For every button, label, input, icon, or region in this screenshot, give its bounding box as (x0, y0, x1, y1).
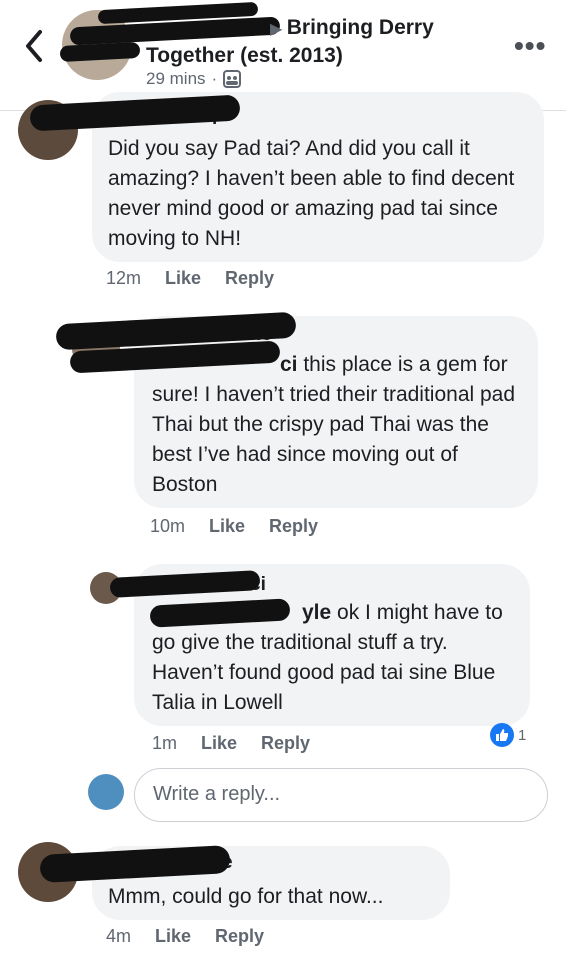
like-button[interactable]: Like (201, 733, 237, 754)
post-time: 29 mins (146, 69, 206, 88)
comment-time: 12m (106, 268, 142, 288)
more-options-icon[interactable]: ••• (514, 30, 546, 62)
comment-time: 1m (152, 733, 178, 753)
comment-time: 10m (150, 516, 186, 536)
reply-button[interactable]: Reply (225, 268, 274, 289)
reply-box[interactable] (134, 768, 548, 822)
thumbs-up-icon (490, 723, 514, 747)
reaction-badge[interactable]: 1 (490, 722, 526, 748)
group-name[interactable]: Bringing Derry Together (est. 2013) (146, 16, 434, 67)
mention-link[interactable]: ci (280, 353, 298, 376)
meta-dot: · (211, 69, 218, 88)
comment-text: Did you say Pad tai? And did you call it… (108, 137, 515, 250)
comment-actions: 10m Like Reply (150, 516, 318, 537)
comment-text: Mmm, could go for that now... (108, 885, 384, 908)
reply-button[interactable]: Reply (261, 733, 310, 754)
like-button[interactable]: Like (155, 926, 191, 947)
like-button[interactable]: Like (209, 516, 245, 537)
post-title[interactable]: ▶ Bringing Derry Together (est. 2013) (146, 15, 506, 69)
mention-link[interactable]: yle (302, 601, 331, 624)
reaction-count: 1 (518, 726, 527, 744)
reply-button[interactable]: Reply (215, 926, 264, 947)
reply-button[interactable]: Reply (269, 516, 318, 537)
like-button[interactable]: Like (165, 268, 201, 289)
reply-input[interactable] (151, 769, 525, 819)
comment-text: ci this place is a gem for sure! I haven… (152, 353, 516, 496)
current-user-avatar[interactable] (88, 774, 124, 810)
comment-time: 4m (106, 926, 132, 946)
comment-actions: 1m Like Reply (152, 733, 310, 754)
chevron-left-icon[interactable] (22, 28, 46, 64)
comment-actions: 12m Like Reply (106, 268, 274, 289)
group-privacy-icon (223, 70, 242, 88)
post-meta: 29 mins · (146, 69, 242, 89)
comment-actions: 4m Like Reply (106, 926, 264, 947)
